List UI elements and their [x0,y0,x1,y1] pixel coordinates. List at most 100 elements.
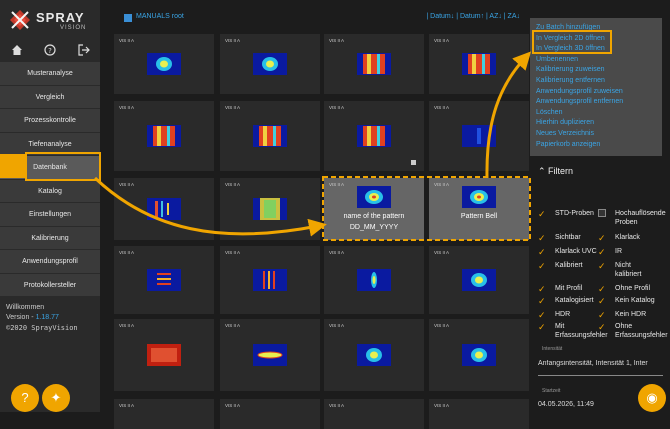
pattern-tile[interactable]: VIS II A [220,34,320,94]
pattern-tile-selected[interactable]: VIS II A name of the pattern DD_MM_YYYY [324,178,424,240]
sparkle-icon: ✦ [50,390,62,405]
checkmark-icon[interactable]: ✓ [598,261,606,272]
pattern-tile[interactable]: VIS II A [324,399,424,429]
home-icon[interactable] [9,44,25,58]
tile-label: VIS II A [225,403,241,408]
context-menu-item[interactable]: Hierhin duplizieren [536,118,656,129]
pattern-tile[interactable]: VIS II A [429,399,529,429]
pattern-tile[interactable]: VIS II A [114,399,214,429]
pattern-tile[interactable]: VIS II A [114,319,214,391]
filter-label: HDR [555,311,570,320]
context-menu-item[interactable]: Neues Verzeichnis [536,129,656,140]
tile-label: VIS II A [329,182,345,187]
start-time-field[interactable]: 04.05.2026, 11:49 [538,401,594,408]
filters-heading[interactable]: ⌃ Filtern [538,166,573,177]
pattern-tile[interactable]: VIS II A [220,246,320,314]
pattern-tile[interactable]: VIS II A [324,319,424,391]
checkmark-icon[interactable]: ✓ [538,247,546,258]
tile-label: VIS II A [225,182,241,187]
pattern-tile[interactable]: VIS II A [220,319,320,391]
tile-label: VIS II A [329,38,345,43]
tile-label: VIS II A [119,403,135,408]
pattern-tile[interactable]: VIS II A [220,178,320,240]
tile-date: DD_MM_YYYY [349,224,399,231]
tile-label: VIS II A [329,323,345,328]
checkmark-icon[interactable]: ✓ [538,233,546,244]
version-label: Version - [6,314,36,321]
context-menu-item[interactable]: In Vergleich 2D öffnen [536,34,656,45]
sidebar-item-einstellungen[interactable]: Einstellungen [0,203,100,227]
pattern-tile[interactable]: VIS II A [114,178,214,240]
checkmark-icon[interactable]: ✓ [598,310,606,321]
help-button[interactable]: ? [11,384,39,412]
pattern-tile[interactable]: VIS II A [220,399,320,429]
pattern-tile[interactable]: VIS II A [114,246,214,314]
filter-label-line: Nicht [615,262,631,269]
filter-label: Nicht kalibriert [615,262,641,279]
checkmark-icon[interactable]: ✓ [538,322,546,333]
pattern-tile[interactable]: VIS II A [429,246,529,314]
checkmark-icon[interactable]: ✓ [538,296,546,307]
sidebar-item-anwendungsprofil[interactable]: Anwendungsprofil [0,250,100,274]
checkmark-icon[interactable]: ✓ [538,284,546,295]
sidebar-item-vergleich[interactable]: Vergleich [0,85,100,109]
pattern-tile[interactable]: VIS II A [429,34,529,94]
pattern-tile[interactable]: VIS II A [324,101,424,171]
sidebar-item-kalibrierung[interactable]: Kalibrierung [0,226,100,250]
tile-label: VIS II A [434,38,450,43]
tile-label: VIS II A [119,105,135,110]
filter-label: Hochauflösende Proben [615,210,666,227]
context-menu-item[interactable]: Löschen [536,108,656,119]
tile-label: VIS II A [119,182,135,187]
context-menu-item[interactable]: Kalibrierung zuweisen [536,65,656,76]
breadcrumb[interactable]: MANUALS root [136,13,184,20]
version-line: Version - 1.18.77 [6,313,78,323]
checkmark-icon[interactable]: ✓ [538,261,546,272]
magic-button[interactable]: ✦ [42,384,70,412]
context-menu-item[interactable]: Zu Batch hinzufügen [536,23,656,34]
pattern-tile[interactable]: VIS II A [114,34,214,94]
tile-label: VIS II A [434,182,450,187]
pattern-tile[interactable]: VIS II A [324,34,424,94]
intensity-select[interactable]: Anfangsintensität, Intensität 1, Inter [538,360,666,367]
sort-options[interactable]: | Datum↓ | Datum↑ | AZ↓ | ZA↓ [426,13,520,20]
logout-icon[interactable] [76,44,92,58]
help-icon[interactable]: ? [42,44,58,58]
checkmark-icon[interactable]: ✓ [538,310,546,321]
start-time-label: Startzeit [542,388,561,394]
pattern-thumbnail [357,269,391,296]
pattern-tile[interactable]: VIS II A [324,246,424,314]
camera-button[interactable]: ◉ [638,384,666,412]
sidebar-item-katalog[interactable]: Katalog [0,179,100,203]
context-menu-item[interactable]: In Vergleich 3D öffnen [536,44,656,55]
tile-label: VIS II A [225,323,241,328]
context-menu-item[interactable]: Kalibrierung entfernen [536,76,656,87]
context-menu-item[interactable]: Papierkorb anzeigen [536,140,656,151]
context-menu-item[interactable]: Anwendungsprofil zuweisen [536,87,656,98]
pattern-tile[interactable]: VIS II A [429,101,529,171]
checkmark-icon[interactable]: ✓ [538,209,546,220]
sidebar-item-musteranalyse[interactable]: Musteranalyse [0,62,100,86]
pattern-tile[interactable]: VIS II A [114,101,214,171]
checkbox-empty[interactable] [598,209,606,217]
caret-up-icon: ⌃ [538,166,549,176]
pattern-tile-selected[interactable]: VIS II A Pattern Bell [429,178,529,240]
checkmark-icon[interactable]: ✓ [598,233,606,244]
pattern-tile[interactable]: VIS II A [220,101,320,171]
checkmark-icon[interactable]: ✓ [598,247,606,258]
logo-text: SPRAY [36,10,85,25]
sidebar-item-prozesskontrolle[interactable]: Prozesskontrolle [0,109,100,133]
checkmark-icon[interactable]: ✓ [598,284,606,295]
pattern-thumbnail [253,269,287,296]
sidebar-item-protokollersteller[interactable]: Protokollersteller [0,273,100,297]
pattern-thumbnail [462,125,496,152]
context-menu-item[interactable]: Umbenennen [536,55,656,66]
checkmark-icon[interactable]: ✓ [598,322,606,333]
checkmark-icon[interactable]: ✓ [598,296,606,307]
pattern-tile[interactable]: VIS II A [429,319,529,391]
sidebar-item-tiefenanalyse[interactable]: Tiefenanalyse [0,132,100,156]
pattern-thumbnail [357,344,391,371]
filter-label: Ohne Erfassungsfehler [615,323,668,340]
context-menu-item[interactable]: Anwendungsprofil entfernen [536,97,656,108]
pattern-thumbnail [357,53,391,80]
